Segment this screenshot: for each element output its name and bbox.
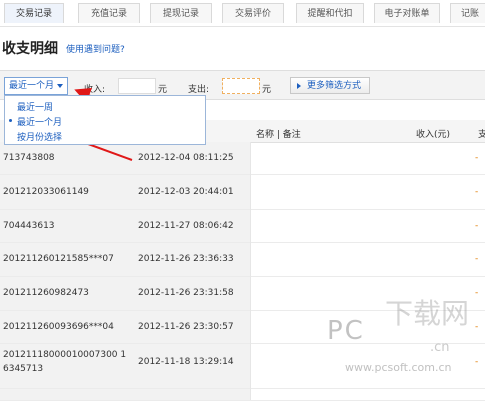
watermark-suffix: .cn: [430, 340, 450, 355]
option-last-month[interactable]: 最近一个月: [9, 115, 63, 128]
selected-dot-icon: [9, 119, 12, 122]
option-last-week[interactable]: 最近一周: [17, 100, 53, 113]
watermark-cn: 下载网: [385, 297, 470, 330]
annotation-arrows: [54, 87, 157, 161]
period-dropdown: 最近一周 最近一个月 按月份选择: [4, 95, 206, 145]
watermark-url: www.pcsoft.com.cn: [345, 361, 452, 374]
watermark-pc: PC: [327, 316, 365, 346]
option-by-month[interactable]: 按月份选择: [17, 130, 62, 143]
option-last-month-label: 最近一个月: [17, 118, 63, 128]
